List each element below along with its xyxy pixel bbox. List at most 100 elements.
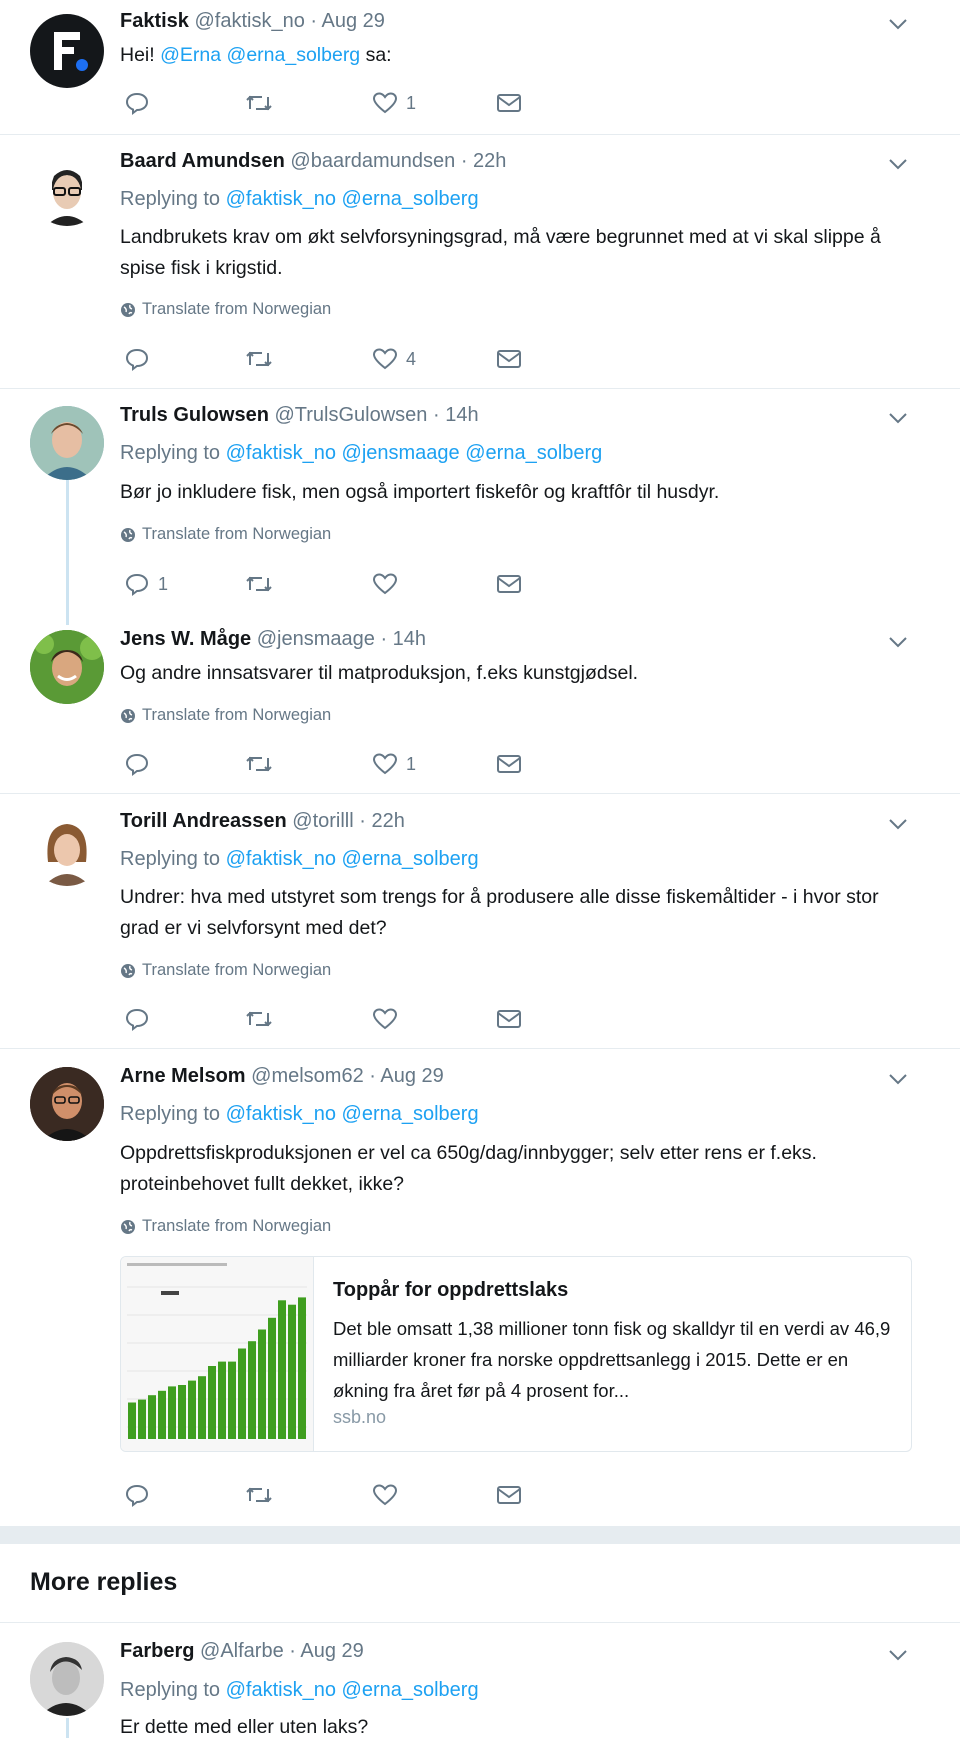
retweet-icon [246,1011,272,1027]
text-prefix: Hei! [120,44,161,66]
replying-mentions[interactable]: @faktisk_no @erna_solberg [226,1103,479,1125]
timestamp[interactable]: · 14h [433,404,479,426]
display-name[interactable]: Arne Melsom [120,1065,246,1087]
handle[interactable]: @melsom62 [251,1065,364,1087]
replying-mentions[interactable]: @faktisk_no @jensmaage @erna_solberg [226,442,603,464]
tweet-header: Faktisk @faktisk_no · Aug 29 [120,10,385,33]
divider [0,793,960,794]
display-name[interactable]: Baard Amundsen [120,150,285,172]
avatar-farberg[interactable] [30,1642,104,1716]
like-button[interactable] [372,1480,398,1510]
heart-icon [372,573,398,595]
mail-icon [497,1486,521,1504]
dm-button[interactable] [496,1480,522,1510]
tweet-header: Farberg @Alfarbe · Aug 29 [120,1640,364,1663]
translate-link[interactable]: Translate from Norwegian [120,706,331,725]
replying-label: Replying to [120,442,221,464]
retweet-button[interactable] [244,1004,274,1034]
chevron-down-icon[interactable] [888,1648,908,1662]
avatar-baard[interactable] [30,152,104,226]
timestamp[interactable]: · 22h [359,810,405,832]
chevron-down-icon[interactable] [888,817,908,831]
mention-link[interactable]: @Erna [160,44,221,66]
like-button[interactable]: 1 [372,88,416,118]
reply-button[interactable] [124,88,150,118]
display-name[interactable]: Truls Gulowsen [120,404,269,426]
card-title: Toppår for oppdrettslaks [333,1279,569,1301]
avatar-arne[interactable] [30,1067,104,1141]
thread-connector [66,1718,69,1738]
retweet-button[interactable] [244,344,274,374]
reply-button[interactable]: 1 [124,569,168,599]
chevron-down-icon[interactable] [888,1072,908,1086]
mail-icon [497,94,521,112]
timestamp[interactable]: · Aug 29 [289,1640,364,1662]
retweet-button[interactable] [244,749,274,779]
retweet-button[interactable] [244,1480,274,1510]
person-avatar-icon [30,406,104,480]
like-button[interactable] [372,1004,398,1034]
display-name[interactable]: Farberg [120,1640,194,1662]
mention-link[interactable]: @erna_solberg [227,44,361,66]
heart-icon [372,1008,398,1030]
replying-to: Replying to @faktisk_no @erna_solberg [120,188,479,211]
more-replies-heading: More replies [30,1568,178,1596]
retweet-button[interactable] [244,88,274,118]
dm-button[interactable] [496,569,522,599]
dm-button[interactable] [496,344,522,374]
thumbnail-bar [148,1395,156,1439]
thumbnail-bar [228,1361,236,1439]
handle[interactable]: @Alfarbe [200,1640,284,1662]
translate-link[interactable]: Translate from Norwegian [120,300,331,319]
reply-button[interactable] [124,1480,150,1510]
display-name[interactable]: Torill Andreassen [120,810,287,832]
timestamp[interactable]: · 14h [380,628,426,650]
replying-mentions[interactable]: @faktisk_no @erna_solberg [226,848,479,870]
like-button[interactable] [372,569,398,599]
reply-button[interactable] [124,344,150,374]
thumbnail-bar [258,1329,266,1439]
chevron-down-icon[interactable] [888,635,908,649]
replying-mentions[interactable]: @faktisk_no @erna_solberg [226,188,479,210]
display-name[interactable]: Faktisk [120,10,189,32]
tweet-actions: 1 [120,749,540,779]
translate-link[interactable]: Translate from Norwegian [120,525,331,544]
faktisk-logo-icon [54,32,88,71]
translate-label: Translate from Norwegian [142,300,332,318]
like-button[interactable]: 1 [372,749,416,779]
dm-button[interactable] [496,88,522,118]
link-card[interactable]: Toppår for oppdrettslaks Det ble omsatt … [120,1256,912,1452]
replying-mentions[interactable]: @faktisk_no @erna_solberg [226,1679,479,1701]
heart-icon [372,1484,398,1506]
reply-icon [125,1008,149,1031]
dm-button[interactable] [496,1004,522,1034]
handle[interactable]: @torilll [292,810,353,832]
reply-button[interactable] [124,749,150,779]
thumbnail-legend-swatch [161,1291,179,1295]
avatar-faktisk[interactable] [30,14,104,88]
translate-link[interactable]: Translate from Norwegian [120,961,331,980]
avatar-jens[interactable] [30,630,104,704]
chevron-down-icon[interactable] [888,17,908,31]
handle[interactable]: @TrulsGulowsen [274,404,427,426]
timestamp[interactable]: · 22h [461,150,507,172]
thumbnail-bar [188,1380,196,1439]
handle[interactable]: @jensmaage [257,628,375,650]
handle[interactable]: @faktisk_no [195,10,305,32]
globe-icon [121,527,135,542]
avatar-truls[interactable] [30,406,104,480]
chevron-down-icon[interactable] [888,157,908,171]
person-avatar-icon [44,824,90,886]
like-button[interactable]: 4 [372,344,416,374]
timestamp[interactable]: · Aug 29 [310,10,385,32]
display-name[interactable]: Jens W. Måge [120,628,251,650]
translate-link[interactable]: Translate from Norwegian [120,1217,331,1236]
thumbnail-bar [138,1399,146,1439]
avatar-torill[interactable] [30,812,104,886]
reply-button[interactable] [124,1004,150,1034]
timestamp[interactable]: · Aug 29 [369,1065,444,1087]
handle[interactable]: @baardamundsen [290,150,455,172]
retweet-button[interactable] [244,569,274,599]
chevron-down-icon[interactable] [888,411,908,425]
dm-button[interactable] [496,749,522,779]
